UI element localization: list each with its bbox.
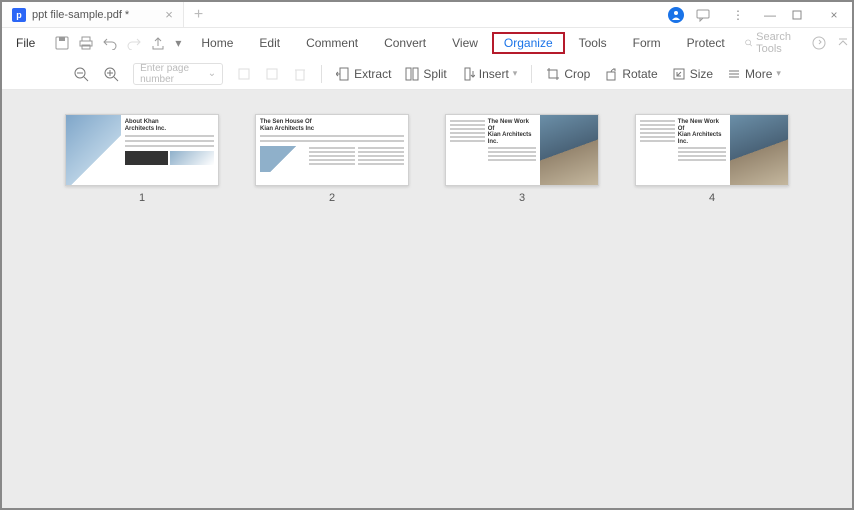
thumbnail-title: The New Work Of Kian Architects Inc. [678, 119, 727, 145]
tab-title: ppt file-sample.pdf * [32, 9, 129, 21]
window-maximize-icon[interactable] [792, 10, 812, 20]
page-number-label: 1 [139, 192, 145, 204]
search-tools[interactable]: Search Tools [745, 31, 804, 55]
zoom-out-button[interactable] [73, 66, 89, 82]
comment-icon[interactable] [696, 8, 716, 22]
collapse-icon[interactable] [836, 36, 850, 50]
page-thumbnail[interactable]: The Sen House Of Kian Architects Inc 2 [255, 114, 409, 204]
app-icon: p [12, 8, 26, 22]
page-thumbnail[interactable]: The New Work Of Kian Architects Inc. 4 [635, 114, 789, 204]
size-button[interactable]: Size [672, 67, 713, 81]
undo-icon[interactable] [103, 36, 117, 50]
save-icon[interactable] [55, 36, 69, 50]
chevron-down-icon: ⌄ [208, 68, 216, 79]
window-actions: ⋮ — × [668, 7, 852, 23]
share-icon[interactable] [151, 36, 165, 50]
window-close-icon[interactable]: × [824, 8, 844, 22]
kebab-menu-icon[interactable]: ⋮ [728, 8, 748, 22]
insert-button[interactable]: Insert▾ [461, 67, 518, 81]
tab-convert[interactable]: Convert [372, 32, 438, 54]
thumbnail-image-icon [66, 115, 121, 185]
document-tab[interactable]: p ppt file-sample.pdf * × [2, 2, 184, 27]
organize-toolbar: Enter page number ⌄ Extract Split Insert… [2, 58, 852, 90]
user-avatar-icon[interactable] [668, 7, 684, 23]
rotate-button[interactable]: Rotate [604, 67, 657, 81]
page-thumbnail[interactable]: About Khan Architects Inc. 1 [65, 114, 219, 204]
rotate-left-button[interactable] [237, 67, 251, 81]
zoom-in-button[interactable] [103, 66, 119, 82]
thumbnail-title: The Sen House Of Kian Architects Inc [260, 119, 404, 132]
page-number-label: 4 [709, 192, 715, 204]
crop-button[interactable]: Crop [546, 67, 590, 81]
delete-page-button[interactable] [293, 67, 307, 81]
page-number-input[interactable]: Enter page number ⌄ [133, 63, 223, 85]
tab-comment[interactable]: Comment [294, 32, 370, 54]
rotate-right-button[interactable] [265, 67, 279, 81]
page-number-placeholder: Enter page number [140, 63, 208, 85]
more-button[interactable]: More▾ [727, 67, 781, 81]
menubar: File ▾ Home Edit Comment Convert View Or… [2, 28, 852, 58]
tab-tools[interactable]: Tools [567, 32, 619, 54]
thumbnail-image-icon [730, 115, 788, 185]
search-placeholder: Search Tools [756, 31, 795, 55]
page-number-label: 3 [519, 192, 525, 204]
main-tabs: Home Edit Comment Convert View Organize … [189, 32, 736, 54]
redo-icon[interactable] [127, 36, 141, 50]
thumbnail-title: The New Work Of Kian Architects Inc. [488, 119, 537, 145]
dropdown-icon[interactable]: ▾ [175, 36, 181, 50]
help-icon[interactable] [812, 36, 826, 50]
tab-organize[interactable]: Organize [492, 32, 565, 54]
tab-home[interactable]: Home [189, 32, 245, 54]
window-minimize-icon[interactable]: — [760, 8, 780, 22]
tab-edit[interactable]: Edit [247, 32, 292, 54]
file-menu[interactable]: File [10, 32, 41, 54]
tab-form[interactable]: Form [621, 32, 673, 54]
search-icon [745, 37, 752, 49]
titlebar: p ppt file-sample.pdf * × + ⋮ — × [2, 2, 852, 28]
page-number-label: 2 [329, 192, 335, 204]
page-thumbnails-area: About Khan Architects Inc. 1 The Sen Hou… [2, 90, 852, 508]
thumbnail-title: About Khan Architects Inc. [125, 119, 214, 132]
thumbnail-image-icon [540, 115, 598, 185]
page-thumbnail[interactable]: The New Work Of Kian Architects Inc. 3 [445, 114, 599, 204]
extract-button[interactable]: Extract [336, 67, 391, 81]
tab-protect[interactable]: Protect [675, 32, 737, 54]
print-icon[interactable] [79, 36, 93, 50]
new-tab-button[interactable]: + [184, 6, 213, 24]
tab-close-icon[interactable]: × [165, 7, 173, 22]
tab-view[interactable]: View [440, 32, 490, 54]
split-button[interactable]: Split [405, 67, 446, 81]
